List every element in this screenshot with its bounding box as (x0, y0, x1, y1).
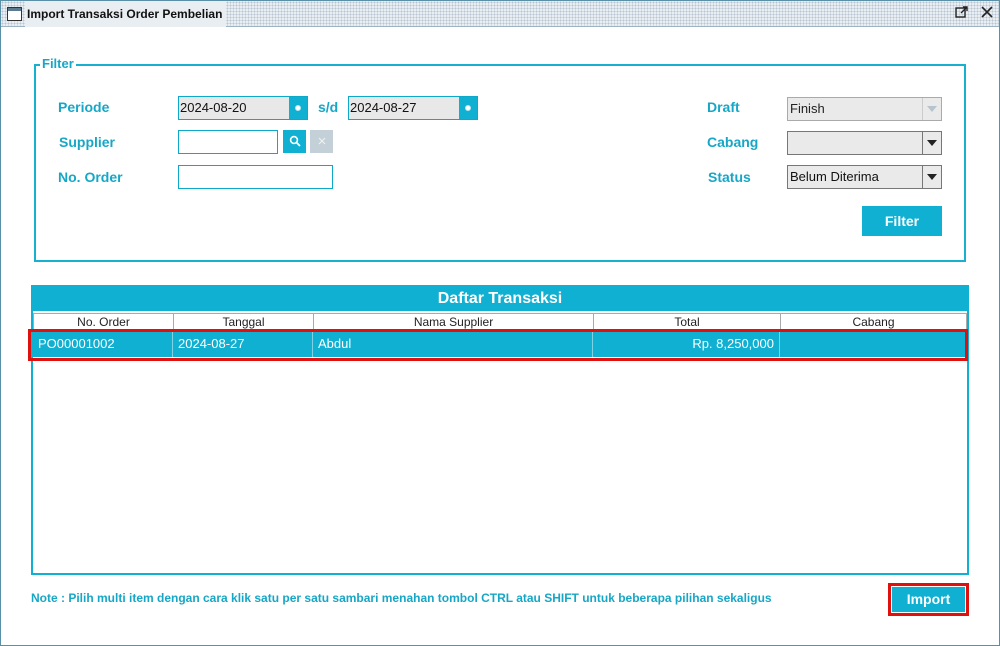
date-to-value: 2024-08-27 (350, 100, 417, 115)
draft-value: Finish (790, 101, 825, 116)
cabang-select[interactable] (787, 131, 942, 155)
search-icon[interactable] (283, 130, 306, 153)
periode-label: Periode (58, 99, 110, 115)
chevron-down-icon[interactable] (922, 166, 941, 188)
no-order-input[interactable] (178, 165, 333, 189)
chevron-down-icon[interactable] (922, 132, 941, 154)
table-header: No. Order Tanggal Nama Supplier Total Ca… (33, 311, 967, 331)
clear-icon[interactable] (310, 130, 333, 153)
date-to-field[interactable]: 2024-08-27 (348, 96, 478, 120)
draft-select[interactable]: Finish (787, 97, 942, 121)
cabang-label: Cabang (707, 134, 759, 150)
selected-row-highlight (28, 329, 968, 361)
maximize-icon[interactable] (953, 5, 971, 23)
calendar-icon[interactable] (459, 97, 477, 119)
close-icon[interactable] (978, 5, 996, 23)
status-select[interactable]: Belum Diterima (787, 165, 942, 189)
status-value: Belum Diterima (790, 169, 879, 184)
window-title: Import Transaksi Order Pembelian (25, 1, 227, 27)
filter-legend: Filter (40, 56, 76, 71)
calendar-icon[interactable] (289, 97, 307, 119)
status-label: Status (708, 169, 751, 185)
table-title: Daftar Transaksi (33, 287, 967, 311)
no-order-label: No. Order (58, 169, 123, 185)
draft-label: Draft (707, 99, 740, 115)
filter-panel (34, 64, 966, 262)
supplier-input[interactable] (178, 130, 278, 154)
sd-label: s/d (318, 99, 339, 115)
filter-button[interactable]: Filter (862, 206, 942, 236)
date-from-field[interactable]: 2024-08-20 (178, 96, 308, 120)
note-text: Note : Pilih multi item dengan cara klik… (31, 591, 772, 605)
window-icon (7, 7, 22, 21)
title-bar[interactable]: Import Transaksi Order Pembelian (1, 1, 999, 27)
chevron-down-icon (922, 98, 941, 120)
supplier-label: Supplier (59, 134, 116, 150)
date-from-value: 2024-08-20 (180, 100, 247, 115)
import-button[interactable]: Import (892, 587, 965, 612)
